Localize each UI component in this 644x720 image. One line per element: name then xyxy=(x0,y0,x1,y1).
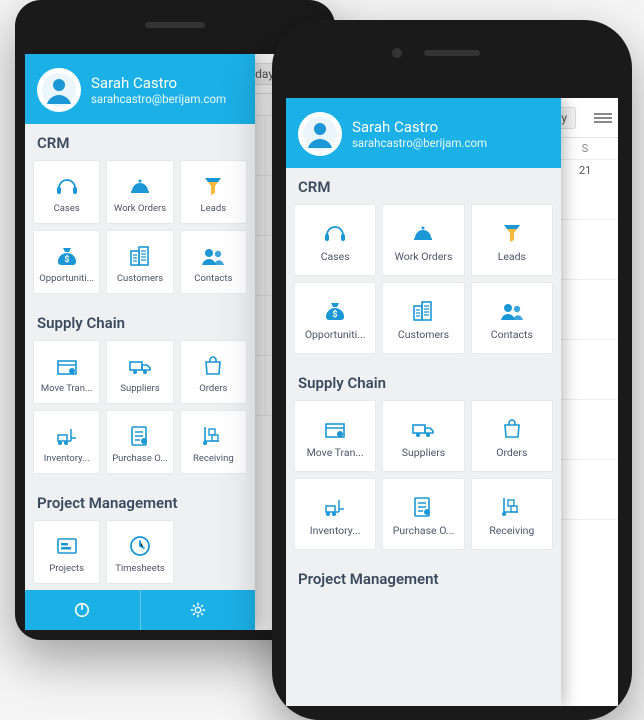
clock-icon xyxy=(127,533,153,559)
tile-orders[interactable]: Orders xyxy=(471,400,553,472)
truck-icon xyxy=(410,416,436,442)
section-title-supply-chain: Supply Chain xyxy=(25,304,255,340)
tile-suppliers[interactable]: Suppliers xyxy=(106,340,173,404)
profile-email: sarahcastro@berijam.com xyxy=(352,136,487,150)
contacts-icon xyxy=(499,298,525,324)
section-title-project-management: Project Management xyxy=(286,560,561,596)
buildings-icon xyxy=(410,298,436,324)
tile-receiving[interactable]: Receiving xyxy=(471,478,553,550)
bag-icon xyxy=(200,353,226,379)
headset-icon xyxy=(322,220,348,246)
supply-grid: Move Tran... Suppliers Orders Inventory.… xyxy=(286,400,561,560)
buildings-icon xyxy=(127,243,153,269)
tile-work-orders[interactable]: Work Orders xyxy=(382,204,464,276)
forklift-icon xyxy=(54,423,80,449)
cloche-icon xyxy=(410,220,436,246)
sidebar-scroll: CRM Cases Work Orders Leads Opportuniti.… xyxy=(25,124,255,590)
profile-name: Sarah Castro xyxy=(91,74,226,93)
logout-button[interactable] xyxy=(25,590,140,630)
tile-move-transactions[interactable]: Move Tran... xyxy=(33,340,100,404)
sidebar-drawer: Sarah Castro sarahcastro@berijam.com CRM… xyxy=(286,98,561,706)
cal-day-label: S xyxy=(552,138,618,159)
funnel-icon xyxy=(200,173,226,199)
sidebar-bottom-bar xyxy=(25,590,255,630)
tile-customers[interactable]: Customers xyxy=(106,230,173,294)
crm-grid: Cases Work Orders Leads Opportuniti... C… xyxy=(25,160,255,304)
moneybag-icon xyxy=(54,243,80,269)
tile-inventory[interactable]: Inventory... xyxy=(294,478,376,550)
profile-name: Sarah Castro xyxy=(352,118,487,137)
dolly-icon xyxy=(499,494,525,520)
tile-opportunities[interactable]: Opportuniti... xyxy=(294,282,376,354)
bag-icon xyxy=(499,416,525,442)
forklift-icon xyxy=(322,494,348,520)
profile-email: sarahcastro@berijam.com xyxy=(91,92,226,106)
cloche-icon xyxy=(127,173,153,199)
tile-leads[interactable]: Leads xyxy=(180,160,247,224)
pm-grid: Projects Timesheets xyxy=(25,520,255,590)
profile-header[interactable]: Sarah Castro sarahcastro@berijam.com xyxy=(286,98,561,168)
crm-grid: Cases Work Orders Leads Opportuniti... C… xyxy=(286,204,561,364)
section-title-crm: CRM xyxy=(25,124,255,160)
tile-cases[interactable]: Cases xyxy=(33,160,100,224)
iphone-screen: Today S S 20 21 xyxy=(286,98,618,706)
avatar xyxy=(37,68,81,112)
tile-purchase-orders[interactable]: Purchase O... xyxy=(106,410,173,474)
tile-opportunities[interactable]: Opportuniti... xyxy=(33,230,100,294)
purchase-order-icon xyxy=(127,423,153,449)
sidebar-drawer: Sarah Castro sarahcastro@berijam.com CRM… xyxy=(25,54,255,630)
headset-icon xyxy=(54,173,80,199)
tile-projects[interactable]: Projects xyxy=(33,520,100,584)
calendar-list-icon[interactable] xyxy=(594,111,612,125)
section-title-supply-chain: Supply Chain xyxy=(286,364,561,400)
profile-header[interactable]: Sarah Castro sarahcastro@berijam.com xyxy=(25,54,255,124)
contacts-icon xyxy=(200,243,226,269)
iphone-frame: Today S S 20 21 xyxy=(272,20,632,720)
moneybag-icon xyxy=(322,298,348,324)
tile-receiving[interactable]: Receiving xyxy=(180,410,247,474)
section-title-project-management: Project Management xyxy=(25,484,255,520)
tile-inventory[interactable]: Inventory... xyxy=(33,410,100,474)
tile-cases[interactable]: Cases xyxy=(294,204,376,276)
dolly-icon xyxy=(200,423,226,449)
tile-customers[interactable]: Customers xyxy=(382,282,464,354)
box-icon xyxy=(54,353,80,379)
tile-purchase-orders[interactable]: Purchase O... xyxy=(382,478,464,550)
tile-suppliers[interactable]: Suppliers xyxy=(382,400,464,472)
tile-timesheets[interactable]: Timesheets xyxy=(106,520,173,584)
section-title-crm: CRM xyxy=(286,168,561,204)
tile-move-transactions[interactable]: Move Tran... xyxy=(294,400,376,472)
tile-contacts[interactable]: Contacts xyxy=(471,282,553,354)
settings-button[interactable] xyxy=(140,590,256,630)
tile-leads[interactable]: Leads xyxy=(471,204,553,276)
funnel-icon xyxy=(499,220,525,246)
cal-date[interactable]: 21 xyxy=(552,160,618,219)
avatar xyxy=(298,112,342,156)
projects-icon xyxy=(54,533,80,559)
box-icon xyxy=(322,416,348,442)
supply-grid: Move Tran... Suppliers Orders Inventory.… xyxy=(25,340,255,484)
sidebar-scroll: CRM Cases Work Orders Leads Opportuniti.… xyxy=(286,168,561,706)
tile-work-orders[interactable]: Work Orders xyxy=(106,160,173,224)
tile-orders[interactable]: Orders xyxy=(180,340,247,404)
purchase-order-icon xyxy=(410,494,436,520)
tile-contacts[interactable]: Contacts xyxy=(180,230,247,294)
truck-icon xyxy=(127,353,153,379)
